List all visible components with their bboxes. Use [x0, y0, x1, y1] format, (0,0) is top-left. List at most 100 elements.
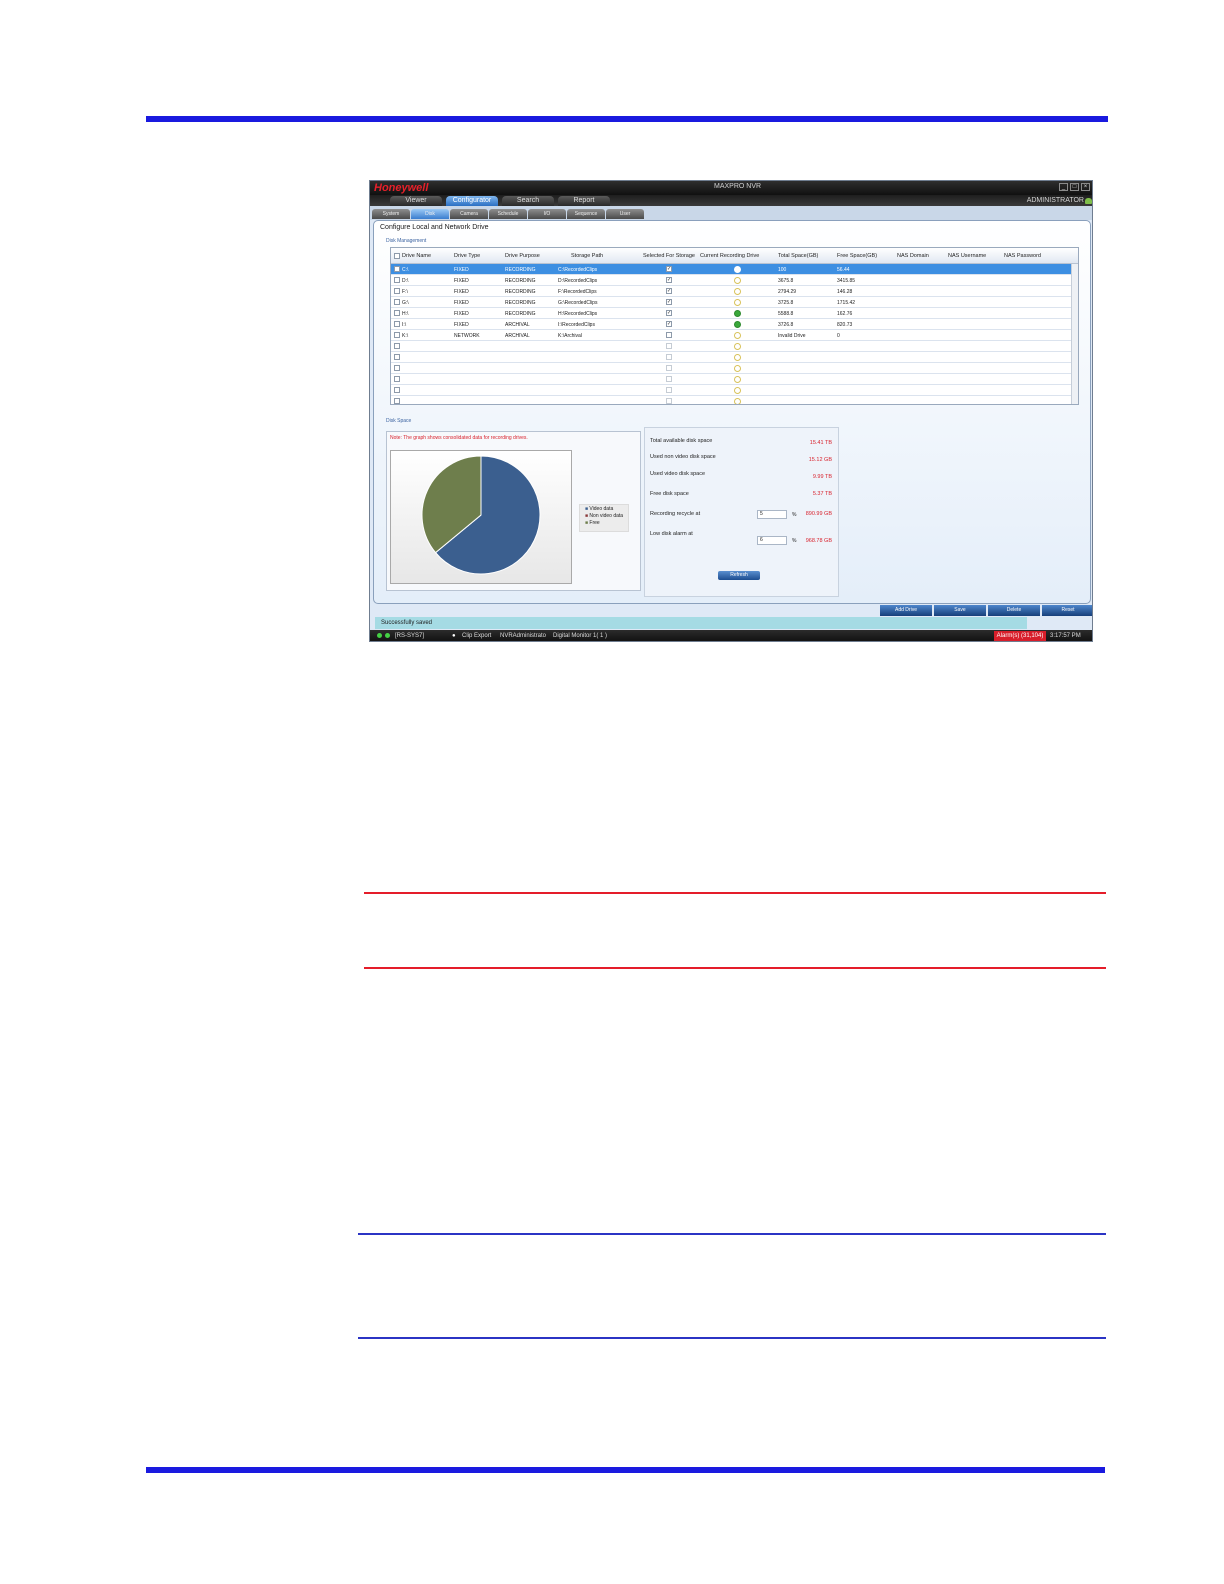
recording-drive-radio[interactable]	[734, 354, 741, 361]
row-checkbox[interactable]	[394, 321, 400, 327]
grid-scrollbar[interactable]	[1071, 264, 1078, 404]
selected-for-storage-checkbox[interactable]	[666, 354, 672, 360]
cell-name: I:\	[402, 322, 407, 328]
table-row[interactable]	[391, 341, 1072, 352]
row-checkbox[interactable]	[394, 343, 400, 349]
recording-drive-radio[interactable]	[734, 398, 741, 404]
row-checkbox[interactable]	[394, 398, 400, 404]
delete-button[interactable]: Delete	[988, 605, 1040, 616]
tab-search[interactable]: Search	[502, 196, 554, 206]
selected-for-storage-checkbox[interactable]: ✓	[666, 277, 672, 283]
caution-bottom-rule	[364, 967, 1106, 969]
recording-drive-radio[interactable]	[734, 310, 741, 317]
recording-drive-radio[interactable]	[734, 387, 741, 394]
recycle-percent: %	[792, 512, 797, 518]
used-video-label: Used video disk space	[650, 471, 706, 477]
alarm-count-badge[interactable]: Alarm(s) (31,104)	[994, 631, 1046, 641]
selected-for-storage-checkbox[interactable]: ✓	[666, 288, 672, 294]
subtab-schedule[interactable]: Schedule	[489, 209, 527, 219]
cell-free: 3415.85	[837, 278, 856, 284]
row-checkbox[interactable]	[394, 288, 400, 294]
recording-drive-radio[interactable]	[734, 321, 741, 328]
recording-drive-radio[interactable]	[734, 288, 741, 295]
recording-drive-radio[interactable]	[734, 376, 741, 383]
alarm-percent: %	[792, 538, 797, 544]
alarm-input[interactable]: 6	[757, 536, 787, 545]
row-checkbox[interactable]	[394, 387, 400, 393]
recording-drive-radio[interactable]	[734, 365, 741, 372]
refresh-button[interactable]: Refresh	[718, 571, 760, 580]
selected-for-storage-checkbox[interactable]	[666, 343, 672, 349]
table-row[interactable]: G:\ FIXED RECORDING G:\RecordedClips 3725.8 1…	[391, 297, 1072, 308]
table-row[interactable]	[391, 385, 1072, 396]
maximize-icon[interactable]: □	[1070, 183, 1079, 191]
current-user[interactable]: ADMINISTRATOR	[1027, 197, 1084, 204]
save-button[interactable]: Save	[934, 605, 986, 616]
table-row[interactable]	[391, 363, 1072, 374]
alarm-label: Low disk alarm at	[650, 531, 693, 537]
recording-drive-radio[interactable]	[734, 343, 741, 350]
tab-report[interactable]: Report	[558, 196, 610, 206]
close-icon[interactable]: ×	[1081, 183, 1090, 191]
subtab-camera[interactable]: Camera	[450, 209, 488, 219]
col-drive-name: Drive Name	[402, 253, 432, 259]
tab-configurator[interactable]: Configurator	[446, 196, 498, 206]
selected-for-storage-checkbox[interactable]: ✓	[666, 321, 672, 327]
select-all-checkbox[interactable]	[394, 253, 400, 259]
row-checkbox[interactable]	[394, 354, 400, 360]
table-row[interactable]	[391, 352, 1072, 363]
row-checkbox[interactable]	[394, 365, 400, 371]
row-checkbox[interactable]	[394, 266, 400, 272]
recording-drive-radio[interactable]	[734, 266, 741, 273]
table-row[interactable]	[391, 396, 1072, 404]
status-bar: [RS-SYS7] ● Clip Export NVRAdministrato …	[370, 630, 1092, 641]
minimize-icon[interactable]: _	[1059, 183, 1068, 191]
table-row[interactable]: H:\ FIXED RECORDING H:\RecordedClips 5588.8 1…	[391, 308, 1072, 319]
selected-for-storage-checkbox[interactable]	[666, 387, 672, 393]
user-icon[interactable]	[1085, 198, 1092, 204]
cell-name: G:\	[402, 300, 409, 306]
subtab-system[interactable]: System	[372, 209, 410, 219]
selected-for-storage-checkbox[interactable]	[666, 398, 672, 404]
recycle-input[interactable]: 5	[757, 510, 787, 519]
table-row[interactable]: C:\ FIXED RECORDING C:\RecordedClips 100 56.4…	[391, 264, 1072, 275]
add-drive-button[interactable]: Add Drive	[880, 605, 932, 616]
table-row[interactable]: F:\ FIXED RECORDING F:\RecordedClips 2794.29…	[391, 286, 1072, 297]
total-space-value: 15.41 TB	[809, 440, 832, 446]
subtab-sequence[interactable]: Sequence	[567, 209, 605, 219]
recording-drive-radio[interactable]	[734, 332, 741, 339]
legend-item-free: ■ Free	[585, 520, 600, 526]
selected-for-storage-checkbox[interactable]	[666, 332, 672, 338]
selected-for-storage-checkbox[interactable]: ✓	[666, 310, 672, 316]
used-non-video-label: Used non video disk space	[650, 454, 716, 460]
table-row[interactable]: K:\ NETWORK ARCHIVAL K:\Archival Invalid Dri…	[391, 330, 1072, 341]
status-message: Successfully saved	[375, 617, 1027, 629]
caution-top-rule	[364, 892, 1106, 894]
subtab-io[interactable]: I/O	[528, 209, 566, 219]
chart-frame	[390, 450, 572, 584]
selected-for-storage-checkbox[interactable]: ✓	[666, 266, 672, 272]
clip-export[interactable]: Clip Export	[462, 633, 491, 639]
table-row[interactable]: I:\ FIXED ARCHIVAL I:\RecordedClips 3726.8 82…	[391, 319, 1072, 330]
disk-space-label: Disk Space	[386, 418, 412, 424]
col-selected-storage: Selected For Storage	[643, 253, 695, 259]
selected-for-storage-checkbox[interactable]: ✓	[666, 299, 672, 305]
row-checkbox[interactable]	[394, 376, 400, 382]
recording-drive-radio[interactable]	[734, 277, 741, 284]
selected-for-storage-checkbox[interactable]	[666, 376, 672, 382]
cell-purpose: RECORDING	[505, 278, 536, 284]
row-checkbox[interactable]	[394, 277, 400, 283]
tab-viewer[interactable]: Viewer	[390, 196, 442, 206]
table-row[interactable]	[391, 374, 1072, 385]
table-row[interactable]: D:\ FIXED RECORDING D:\RecordedClips 3675.8 3…	[391, 275, 1072, 286]
recording-drive-radio[interactable]	[734, 299, 741, 306]
subtab-user[interactable]: User	[606, 209, 644, 219]
row-checkbox[interactable]	[394, 332, 400, 338]
row-checkbox[interactable]	[394, 299, 400, 305]
reset-button[interactable]: Reset	[1042, 605, 1092, 616]
total-space-label: Total available disk space	[650, 438, 713, 444]
subtab-disk[interactable]: Disk	[411, 209, 449, 219]
selected-for-storage-checkbox[interactable]	[666, 365, 672, 371]
legend-item-non-video: ■ Non video data	[585, 513, 624, 519]
row-checkbox[interactable]	[394, 310, 400, 316]
